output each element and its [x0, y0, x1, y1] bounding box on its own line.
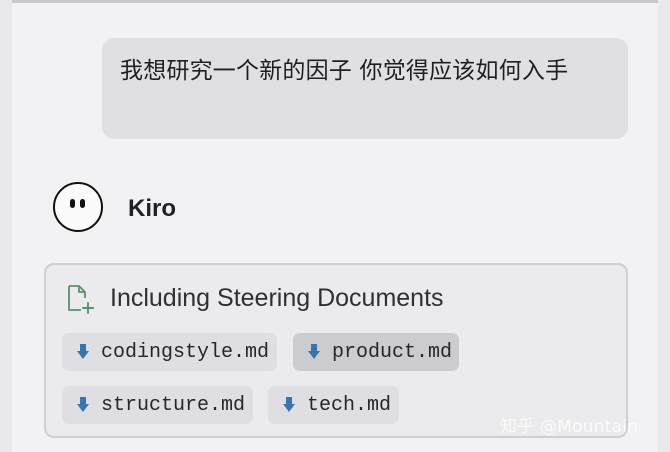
steering-doc-label: codingstyle.md [101, 340, 270, 364]
steering-documents-title: Including Steering Documents [110, 284, 444, 312]
steering-doc-label: structure.md [101, 393, 246, 417]
steering-doc-structure[interactable]: structure.md [62, 386, 253, 424]
download-arrow-icon [77, 344, 89, 359]
avatar-right-eye [80, 199, 85, 208]
steering-doc-label: product.md [332, 340, 453, 364]
agent-name: Kiro [128, 195, 176, 222]
chat-panel: 我想研究一个新的因子 你觉得应该如何入手 Kiro Including Stee… [12, 0, 658, 452]
document-plus-icon [62, 282, 96, 316]
watermark-text: 知乎 @Mountain [500, 417, 639, 437]
steering-doc-tech[interactable]: tech.md [268, 386, 399, 424]
user-message-bubble: 我想研究一个新的因子 你觉得应该如何入手 [102, 38, 628, 139]
avatar-left-eye [70, 199, 75, 208]
download-arrow-icon [77, 397, 89, 412]
agent-avatar [53, 182, 103, 232]
steering-doc-codingstyle[interactable]: codingstyle.md [62, 333, 277, 371]
steering-doc-label: tech.md [307, 393, 392, 417]
download-arrow-icon [308, 344, 320, 359]
steering-doc-product[interactable]: product.md [293, 333, 459, 371]
download-arrow-icon [283, 397, 295, 412]
user-message-text: 我想研究一个新的因子 你觉得应该如何入手 [120, 58, 569, 84]
